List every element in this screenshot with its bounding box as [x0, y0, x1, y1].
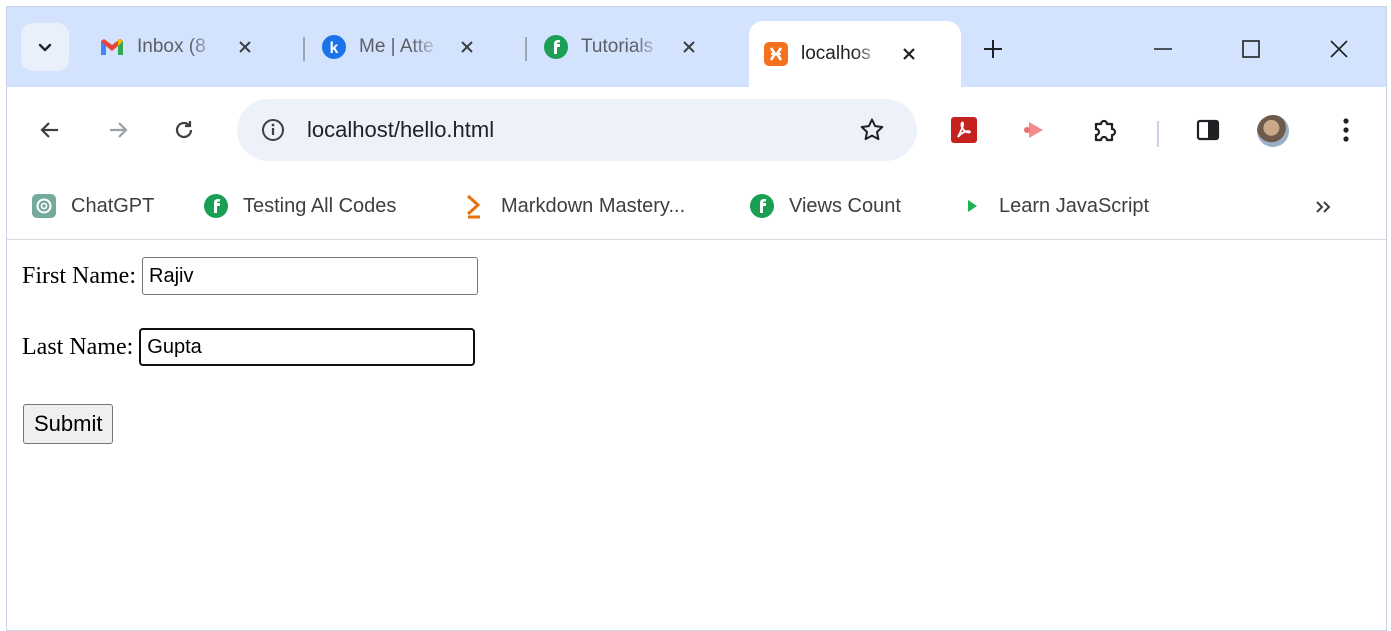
- arrow-left-icon: [40, 122, 58, 138]
- record-play-icon: [1024, 122, 1043, 138]
- bookmark-label: Learn JavaScript: [999, 194, 1150, 217]
- submit-button[interactable]: Submit: [23, 404, 114, 444]
- reload-icon: [175, 121, 193, 139]
- close-window-button[interactable]: [1323, 33, 1355, 65]
- chevron-down-icon: [38, 43, 52, 52]
- new-tab-button[interactable]: [979, 35, 1007, 63]
- bookmark-star-icon[interactable]: [857, 115, 887, 145]
- screen-record-extension-button[interactable]: [1017, 113, 1051, 147]
- chevron-orange-icon: [461, 193, 487, 219]
- maximize-icon: [1242, 40, 1260, 58]
- bookmark-learn-javascript[interactable]: Learn JavaScript: [959, 191, 1149, 221]
- svg-text:k: k: [330, 40, 339, 57]
- tab-title: Me | Atte: [359, 36, 434, 57]
- menu-button[interactable]: [1329, 113, 1363, 147]
- maximize-button[interactable]: [1235, 33, 1267, 65]
- browser-window: Inbox (8 k Me | Atte Tutorials localhos …: [6, 6, 1387, 631]
- double-chevron-right-icon: [1316, 201, 1331, 213]
- browser-toolbar: localhost/hello.html: [7, 87, 1386, 173]
- close-tab-icon[interactable]: [897, 42, 921, 66]
- gmail-icon: [99, 34, 125, 60]
- bookmark-testing-all-codes[interactable]: Testing All Codes: [203, 191, 396, 221]
- tab-title: Inbox (8: [137, 36, 206, 57]
- first-name-row: First Name:: [22, 257, 478, 295]
- reload-button[interactable]: [167, 113, 201, 147]
- toolbar-divider: [1157, 121, 1159, 147]
- url-text[interactable]: localhost/hello.html: [307, 117, 494, 143]
- tutorial-logo-icon: [543, 34, 569, 60]
- xampp-icon: [763, 41, 789, 67]
- chatgpt-icon: [31, 193, 57, 219]
- tab-title: Tutorials: [581, 36, 654, 57]
- tab-separator: [303, 37, 305, 61]
- extensions-button[interactable]: [1087, 113, 1121, 147]
- bookmark-views-count[interactable]: Views Count: [749, 191, 901, 221]
- tutorial-logo-icon: [203, 193, 229, 219]
- first-name-label: First Name:: [22, 262, 136, 289]
- puzzle-icon: [1094, 119, 1117, 142]
- profile-avatar[interactable]: [1257, 115, 1289, 147]
- arrow-right-icon: [110, 122, 128, 138]
- last-name-label: Last Name:: [22, 333, 134, 360]
- tab-strip: Inbox (8 k Me | Atte Tutorials localhos: [7, 7, 1386, 87]
- tutorial-logo-icon: [749, 193, 775, 219]
- last-name-row: Last Name:: [22, 328, 476, 366]
- bookmark-label: Testing All Codes: [243, 194, 397, 217]
- tab-search-button[interactable]: [21, 23, 69, 71]
- more-vert-icon: [1343, 118, 1349, 142]
- bookmark-label: ChatGPT: [71, 194, 155, 217]
- side-panel-button[interactable]: [1191, 113, 1225, 147]
- close-icon: [1330, 40, 1348, 58]
- bookmark-markdown-mastery[interactable]: Markdown Mastery...: [461, 191, 685, 221]
- close-tab-icon[interactable]: [677, 35, 701, 59]
- bookmark-chatgpt[interactable]: ChatGPT: [31, 191, 154, 221]
- bookmarks-bar: ChatGPT Testing All Codes Markdown Maste…: [7, 173, 1386, 240]
- first-name-input[interactable]: [142, 257, 478, 295]
- page-content: First Name: Last Name: Submit: [7, 240, 1386, 630]
- tab-localhost[interactable]: localhos: [749, 21, 961, 87]
- play-green-icon: [959, 193, 985, 219]
- address-bar[interactable]: localhost/hello.html: [237, 99, 917, 161]
- minimize-icon: [1154, 48, 1172, 50]
- tab-me-attendance[interactable]: k Me | Atte: [321, 21, 479, 73]
- last-name-input[interactable]: [139, 328, 476, 366]
- tab-inbox[interactable]: Inbox (8: [99, 21, 257, 73]
- pdf-icon: [951, 117, 977, 143]
- forward-button[interactable]: [101, 113, 135, 147]
- side-panel-icon: [1196, 119, 1220, 141]
- close-tab-icon[interactable]: [233, 35, 257, 59]
- minimize-button[interactable]: [1147, 33, 1179, 65]
- tab-separator: [525, 37, 527, 61]
- back-button[interactable]: [33, 113, 67, 147]
- bookmarks-overflow-button[interactable]: [1309, 193, 1337, 221]
- tab-title: localhos: [801, 43, 871, 64]
- tab-tutorials[interactable]: Tutorials: [543, 21, 701, 73]
- info-icon[interactable]: [259, 116, 287, 144]
- bookmark-label: Views Count: [789, 194, 901, 217]
- bookmark-label: Markdown Mastery...: [501, 194, 686, 217]
- close-tab-icon[interactable]: [455, 35, 479, 59]
- pdf-extension-button[interactable]: [947, 113, 981, 147]
- plus-icon: [984, 40, 1002, 58]
- k-logo-icon: k: [321, 34, 347, 60]
